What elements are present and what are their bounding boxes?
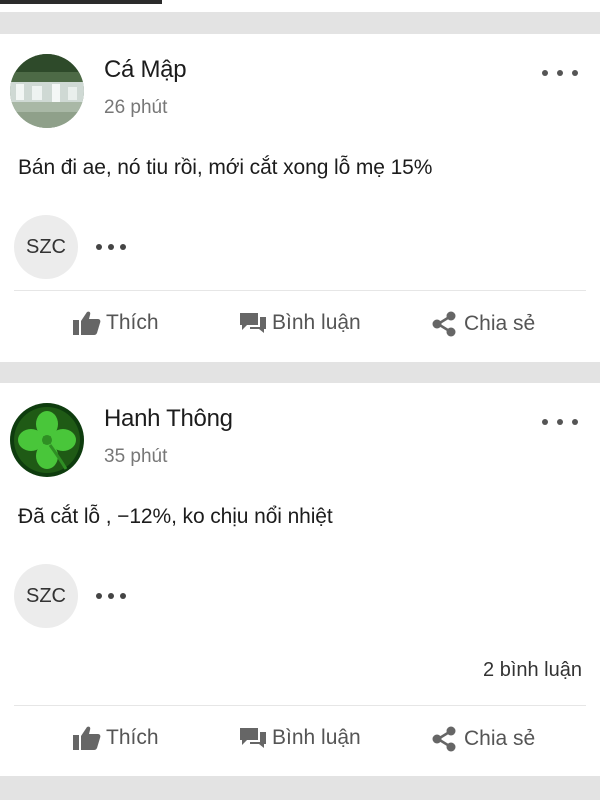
stock-tags: SZC xyxy=(14,564,126,628)
post-text: Đã cắt lỗ , −12%, ko chịu nổi nhiệt xyxy=(18,505,333,528)
share-button[interactable]: Chia sẻ xyxy=(430,725,535,753)
more-options-button[interactable] xyxy=(542,415,578,429)
comment-label: Bình luận xyxy=(272,311,361,334)
post-card: Cá Mập 26 phút Bán đi ae, nó tiu rồi, mớ… xyxy=(0,34,600,362)
active-tab-indicator xyxy=(0,0,162,4)
share-icon xyxy=(432,726,456,752)
more-dots-icon xyxy=(542,419,548,425)
like-button[interactable]: Thích xyxy=(72,725,159,751)
author-name[interactable]: Hanh Thông xyxy=(104,405,233,433)
like-button[interactable]: Thích xyxy=(72,310,159,336)
post-time: 35 phút xyxy=(104,446,168,467)
waterfall-avatar-image xyxy=(10,54,84,128)
post-actions: Thích Bình luận Chia sẻ xyxy=(0,711,600,771)
comment-button[interactable]: Bình luận xyxy=(238,310,361,336)
stock-tag-chip[interactable]: SZC xyxy=(14,215,78,279)
share-button[interactable]: Chia sẻ xyxy=(430,310,535,338)
comment-count[interactable]: 2 bình luận xyxy=(483,659,582,682)
post-time: 26 phút xyxy=(104,97,168,118)
post-actions: Thích Bình luận Chia sẻ xyxy=(0,296,600,356)
comment-icon xyxy=(240,313,266,333)
post-card: Hanh Thông 35 phút Đã cắt lỗ , −12%, ko … xyxy=(0,383,600,776)
feed-separator xyxy=(0,776,600,800)
share-icon xyxy=(432,311,456,337)
like-label: Thích xyxy=(106,726,159,749)
comment-button[interactable]: Bình luận xyxy=(238,725,361,751)
like-label: Thích xyxy=(106,311,159,334)
top-tab-bar xyxy=(0,0,600,12)
divider xyxy=(14,705,586,706)
divider xyxy=(14,290,586,291)
avatar[interactable] xyxy=(10,403,84,477)
avatar[interactable] xyxy=(10,54,84,128)
stock-tags: SZC xyxy=(14,215,126,279)
more-dots-icon xyxy=(542,70,548,76)
stock-more-button[interactable] xyxy=(96,243,126,251)
thumbs-up-icon xyxy=(73,311,101,335)
share-label: Chia sẻ xyxy=(464,727,536,750)
share-label: Chia sẻ xyxy=(464,312,536,335)
comment-label: Bình luận xyxy=(272,726,361,749)
thumbs-up-icon xyxy=(73,726,101,750)
clover-avatar-image xyxy=(10,403,84,477)
stock-tag-chip[interactable]: SZC xyxy=(14,564,78,628)
comment-icon xyxy=(240,728,266,748)
post-text: Bán đi ae, nó tiu rồi, mới cắt xong lỗ m… xyxy=(18,156,433,179)
more-options-button[interactable] xyxy=(542,66,578,80)
author-name[interactable]: Cá Mập xyxy=(104,56,187,84)
stock-more-button[interactable] xyxy=(96,592,126,600)
